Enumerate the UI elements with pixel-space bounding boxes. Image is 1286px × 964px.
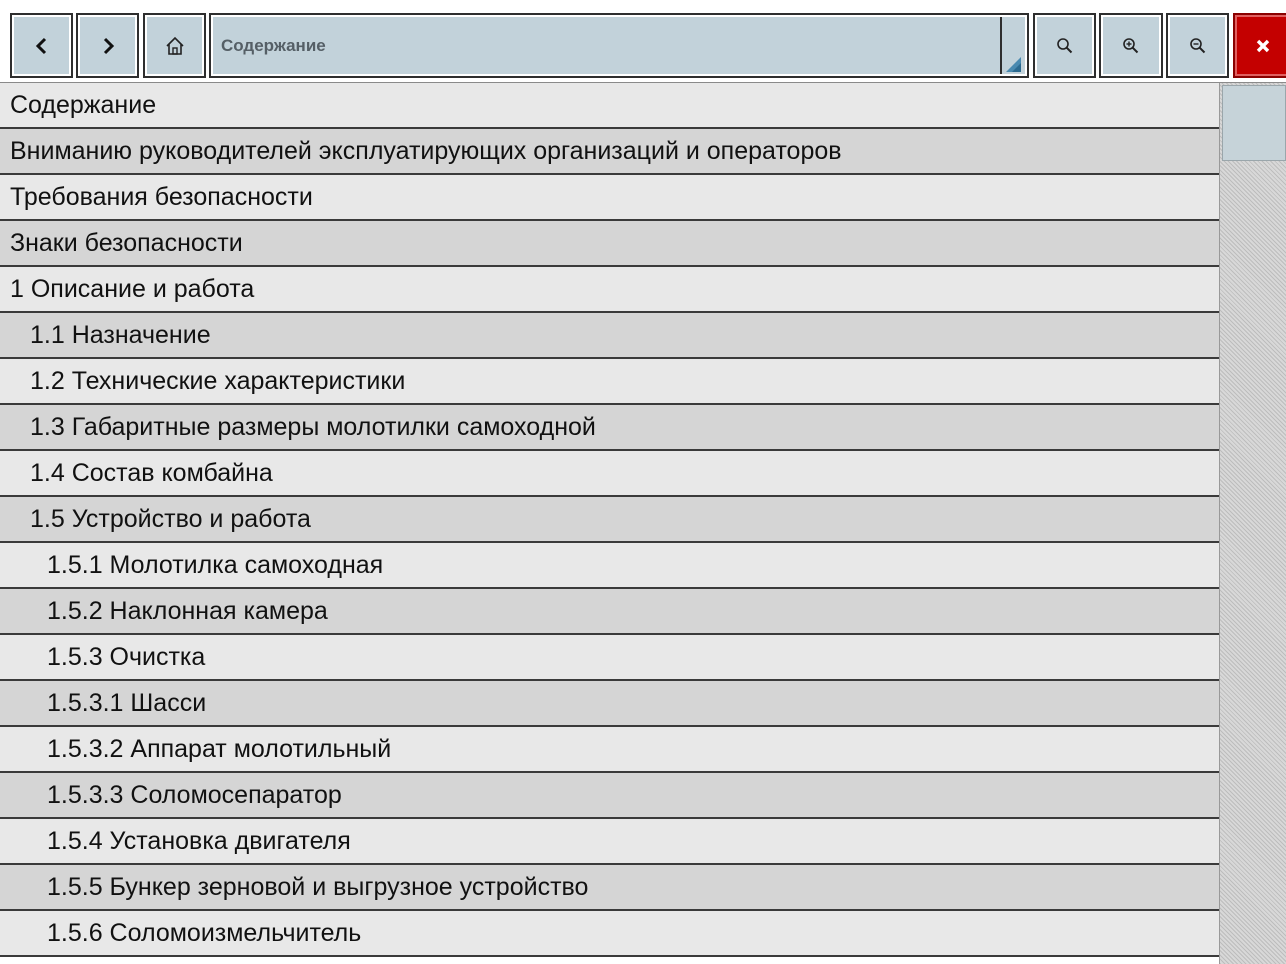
toc-item-label: 1.5.3.2 Аппарат молотильный: [47, 734, 392, 763]
toc-item[interactable]: Требования безопасности: [0, 175, 1219, 221]
zoom-in-button[interactable]: [1099, 13, 1163, 78]
manual-viewer: Содержание Содержание Вниманию руководит…: [0, 0, 1286, 964]
toc-item[interactable]: 1.4 Состав комбайна: [0, 451, 1219, 497]
toolbar: Содержание: [0, 0, 1286, 83]
address-text: Содержание: [221, 36, 326, 55]
address-field[interactable]: Содержание: [209, 13, 1029, 78]
magnifier-icon: [1055, 36, 1075, 56]
toc-item[interactable]: Знаки безопасности: [0, 221, 1219, 267]
toc-item[interactable]: 1.2 Технические характеристики: [0, 359, 1219, 405]
toc-item[interactable]: 1.5.4 Установка двигателя: [0, 819, 1219, 865]
toc-item-label: 1.5.3 Очистка: [47, 642, 206, 671]
address-separator: [1000, 17, 1002, 74]
toc-item-label: 1.5.6 Соломоизмельчитель: [47, 918, 362, 947]
toc-item-label: Требования безопасности: [10, 182, 313, 211]
toc-item[interactable]: 1.5.3.2 Аппарат молотильный: [0, 727, 1219, 773]
toc-item[interactable]: Вниманию руководителей эксплуатирующих о…: [0, 129, 1219, 175]
back-button[interactable]: [10, 13, 73, 78]
zoom-out-button[interactable]: [1166, 13, 1229, 78]
home-icon: [164, 35, 186, 57]
toc-item-label: 1.1 Назначение: [30, 320, 211, 349]
close-x-icon: [1255, 38, 1271, 54]
toc-item[interactable]: 1.5.3 Очистка: [0, 635, 1219, 681]
zoom-in-icon: [1121, 36, 1141, 56]
toc-item[interactable]: 1 Описание и работа: [0, 267, 1219, 313]
toc-item-label: 1.3 Габаритные размеры молотилки самоход…: [30, 412, 596, 441]
toc-item[interactable]: 1.5.2 Наклонная камера: [0, 589, 1219, 635]
toc-item-label: 1.5 Устройство и работа: [30, 504, 311, 533]
table-of-contents: Содержание Вниманию руководителей эксплуа…: [0, 83, 1219, 964]
forward-button[interactable]: [76, 13, 139, 78]
toc-item-label: 1.5.5 Бункер зерновой и выгрузное устрой…: [47, 872, 589, 901]
toc-item[interactable]: 1.5 Устройство и работа: [0, 497, 1219, 543]
vertical-scrollbar[interactable]: [1219, 83, 1286, 964]
toc-item[interactable]: 1.5.3.3 Соломосепаратор: [0, 773, 1219, 819]
chevron-left-icon: [34, 36, 50, 56]
toc-item-label: 1.5.4 Установка двигателя: [47, 826, 351, 855]
close-button[interactable]: [1233, 13, 1286, 78]
toc-item-label: 1.2 Технические характеристики: [30, 366, 406, 395]
toc-item[interactable]: 1.5.3.1 Шасси: [0, 681, 1219, 727]
toc-item-label: 1.5.2 Наклонная камера: [47, 596, 328, 625]
toc-item[interactable]: 1.5.1 Молотилка самоходная: [0, 543, 1219, 589]
toc-item-label: 1.5.3.3 Соломосепаратор: [47, 780, 342, 809]
toc-item[interactable]: Содержание: [0, 83, 1219, 129]
toc-item-label: 1.5.3.1 Шасси: [47, 688, 207, 717]
zoom-out-icon: [1188, 36, 1208, 56]
resize-grip-icon[interactable]: [1004, 55, 1022, 78]
toc-item[interactable]: 1.1 Назначение: [0, 313, 1219, 359]
toc-item-label: 1.4 Состав комбайна: [30, 458, 273, 487]
toc-item-label: Знаки безопасности: [10, 228, 243, 257]
toc-item-label: 1.5.1 Молотилка самоходная: [47, 550, 384, 579]
home-button[interactable]: [143, 13, 206, 78]
toc-item-label: 1 Описание и работа: [10, 274, 255, 303]
toc-item[interactable]: 1.5.5 Бункер зерновой и выгрузное устрой…: [0, 865, 1219, 911]
toc-item-label: Вниманию руководителей эксплуатирующих о…: [10, 136, 842, 165]
toc-item[interactable]: 1.3 Габаритные размеры молотилки самоход…: [0, 405, 1219, 451]
search-button[interactable]: [1033, 13, 1096, 78]
toc-item[interactable]: 1.5.6 Соломоизмельчитель: [0, 911, 1219, 957]
toc-item-label: Содержание: [10, 90, 157, 119]
scrollbar-thumb[interactable]: [1222, 85, 1286, 161]
chevron-right-icon: [100, 36, 116, 56]
